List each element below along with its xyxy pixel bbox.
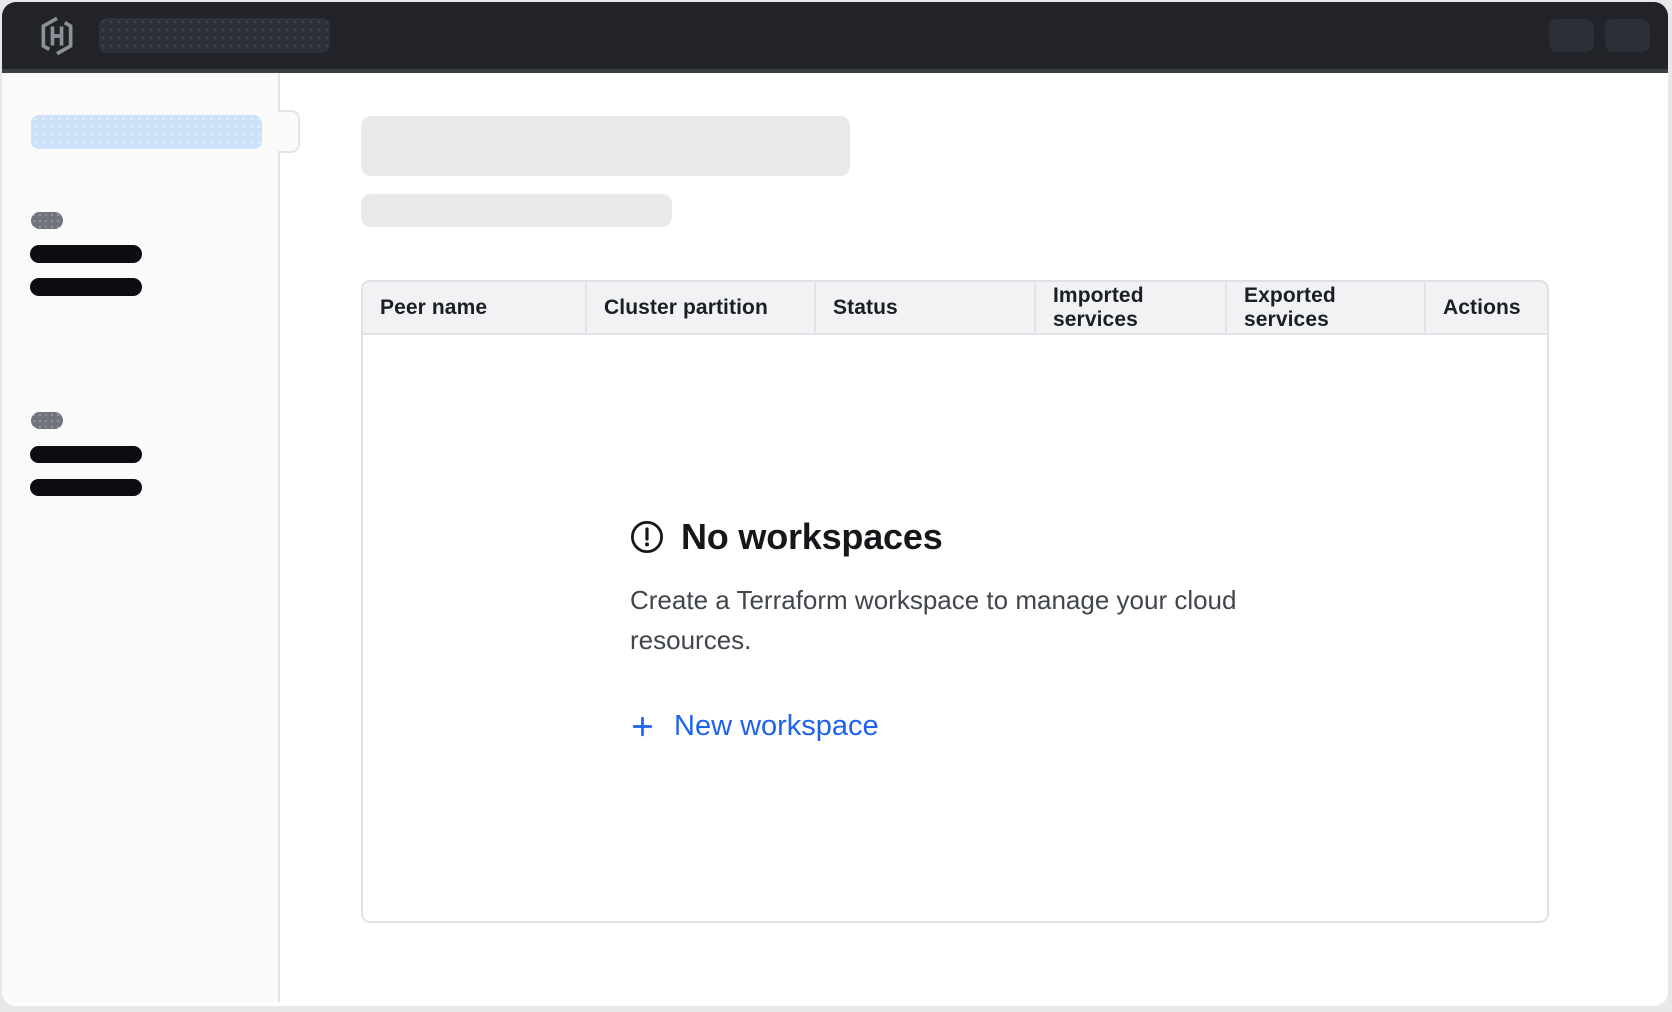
column-header-peer-name: Peer name [363,282,585,333]
new-workspace-link[interactable]: New workspace [630,710,879,743]
sidebar [2,73,280,1002]
page-background: { "navbar": { "logo_icon": "hashicorp-lo… [0,0,1672,1012]
sidebar-group2-label-skeleton [31,412,63,429]
plus-icon [630,714,655,739]
empty-state: No workspaces Create a Terraform workspa… [630,513,1260,744]
sidebar-group2-item1-skeleton [30,446,142,463]
peers-table: Peer name Cluster partition Status Impor… [361,280,1549,923]
main-content: Peer name Cluster partition Status Impor… [280,73,1668,1002]
column-header-cluster-partition: Cluster partition [585,282,814,333]
new-workspace-label: New workspace [674,710,879,743]
page-subtitle-skeleton [361,194,672,227]
top-navbar [2,2,1668,73]
body-row: Peer name Cluster partition Status Impor… [2,73,1668,1002]
navbar-search-skeleton [99,18,330,53]
empty-state-title: No workspaces [681,516,943,558]
navbar-button-skeleton-1 [1549,19,1594,52]
alert-circle-icon [630,520,664,554]
sidebar-group2-item2-skeleton [30,479,142,496]
app-window: Peer name Cluster partition Status Impor… [2,2,1668,1006]
table-header-row: Peer name Cluster partition Status Impor… [363,282,1547,335]
empty-state-description: Create a Terraform workspace to manage y… [630,580,1260,660]
sidebar-active-item-skeleton [31,115,262,149]
hashicorp-logo-icon[interactable] [37,16,77,56]
sidebar-group1-item1-skeleton [30,245,142,263]
sidebar-collapse-handle[interactable] [278,110,300,153]
column-header-exported-services: Exported services [1225,282,1424,333]
empty-state-title-row: No workspaces [630,513,1260,560]
navbar-button-skeleton-2 [1605,19,1650,52]
column-header-status: Status [814,282,1034,333]
sidebar-group1-item2-skeleton [30,278,142,296]
page-title-skeleton [361,116,850,176]
column-header-imported-services: Imported services [1034,282,1225,333]
column-header-actions: Actions [1424,282,1547,333]
sidebar-group1-label-skeleton [31,212,63,229]
